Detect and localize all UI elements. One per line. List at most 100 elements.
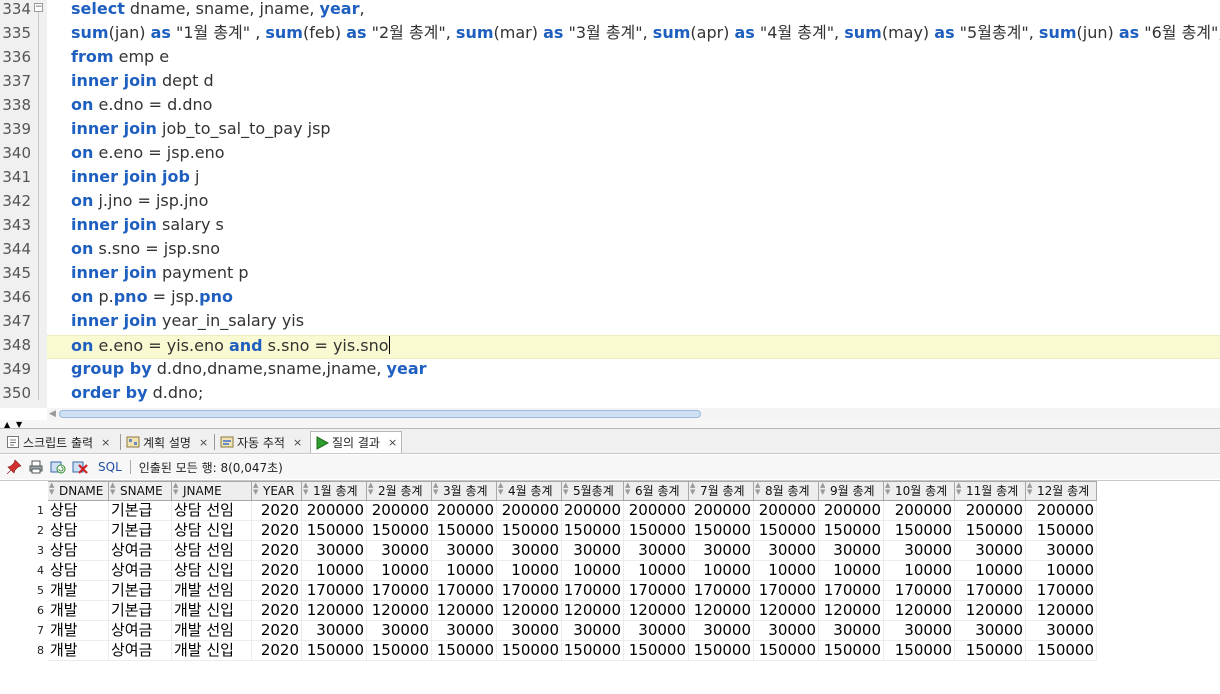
- code-line[interactable]: inner join job_to_sal_to_pay jsp: [47, 119, 1220, 143]
- close-icon[interactable]: ×: [388, 436, 397, 449]
- table-cell[interactable]: 120000: [302, 601, 367, 621]
- sort-icon[interactable]: ▲ ▼: [433, 482, 441, 496]
- table-cell[interactable]: 170000: [884, 581, 955, 601]
- table-cell[interactable]: 상담: [48, 501, 109, 521]
- table-cell[interactable]: 150000: [497, 641, 562, 661]
- code-line[interactable]: inner join year_in_salary yis: [47, 311, 1220, 335]
- scrollbar-thumb[interactable]: [59, 410, 701, 418]
- table-cell[interactable]: 기본급: [109, 521, 172, 541]
- table-cell[interactable]: 10000: [1026, 561, 1097, 581]
- sort-icon[interactable]: ▲ ▼: [820, 482, 828, 496]
- sort-icon[interactable]: ▲ ▼: [885, 482, 893, 496]
- code-line[interactable]: sum(jan) as "1월 총계" , sum(feb) as "2월 총계…: [47, 23, 1220, 47]
- code-line[interactable]: on j.jno = jsp.jno: [47, 191, 1220, 215]
- column-header[interactable]: ▲ ▼ 3월 총계: [432, 481, 497, 501]
- table-cell[interactable]: 120000: [1026, 601, 1097, 621]
- table-cell[interactable]: 200000: [754, 501, 819, 521]
- table-cell[interactable]: 150000: [562, 521, 624, 541]
- sort-icon[interactable]: ▲ ▼: [49, 482, 57, 496]
- refresh-icon[interactable]: [50, 459, 66, 475]
- table-cell[interactable]: 200000: [367, 501, 432, 521]
- table-cell[interactable]: 10000: [884, 561, 955, 581]
- table-cell[interactable]: 상여금: [109, 561, 172, 581]
- table-cell[interactable]: 30000: [884, 541, 955, 561]
- table-cell[interactable]: 200000: [432, 501, 497, 521]
- table-cell[interactable]: 170000: [624, 581, 689, 601]
- table-cell[interactable]: 170000: [302, 581, 367, 601]
- table-cell[interactable]: 상여금: [109, 621, 172, 641]
- table-cell[interactable]: 170000: [689, 581, 754, 601]
- collapse-down-icon[interactable]: ▼: [16, 420, 22, 429]
- column-header[interactable]: ▲ ▼ 2월 총계: [367, 481, 432, 501]
- table-cell[interactable]: 200000: [884, 501, 955, 521]
- table-cell[interactable]: 30000: [955, 621, 1026, 641]
- table-cell[interactable]: 150000: [819, 521, 884, 541]
- table-cell[interactable]: 150000: [1026, 521, 1097, 541]
- table-cell[interactable]: 상담: [48, 521, 109, 541]
- table-cell[interactable]: 2020: [252, 581, 302, 601]
- table-cell[interactable]: 2020: [252, 621, 302, 641]
- fold-toggle-icon[interactable]: −: [34, 3, 43, 12]
- column-header[interactable]: ▲ ▼ 5월총계: [562, 481, 624, 501]
- row-number[interactable]: 1: [0, 501, 46, 521]
- collapse-up-icon[interactable]: ▲: [4, 420, 10, 429]
- table-cell[interactable]: 120000: [754, 601, 819, 621]
- table-cell[interactable]: 30000: [689, 541, 754, 561]
- close-icon[interactable]: ×: [199, 436, 208, 449]
- table-row[interactable]: 6 개발 기본급 개발 신입 2020 120000 120000 120000 120000 1…: [0, 601, 1097, 621]
- table-cell[interactable]: 30000: [432, 621, 497, 641]
- code-line[interactable]: on e.dno = d.dno: [47, 95, 1220, 119]
- table-cell[interactable]: 150000: [624, 641, 689, 661]
- table-cell[interactable]: 150000: [884, 641, 955, 661]
- sort-icon[interactable]: ▲ ▼: [755, 482, 763, 496]
- table-cell[interactable]: 30000: [497, 621, 562, 641]
- table-cell[interactable]: 150000: [1026, 641, 1097, 661]
- table-cell[interactable]: 170000: [432, 581, 497, 601]
- column-header[interactable]: ▲ ▼ JNAME: [172, 481, 252, 501]
- table-cell[interactable]: 150000: [302, 521, 367, 541]
- sort-icon[interactable]: ▲ ▼: [563, 482, 571, 496]
- table-cell[interactable]: 170000: [1026, 581, 1097, 601]
- table-cell[interactable]: 30000: [754, 621, 819, 641]
- table-cell[interactable]: 상담 선임: [172, 501, 252, 521]
- table-cell[interactable]: 150000: [884, 521, 955, 541]
- table-cell[interactable]: 30000: [562, 621, 624, 641]
- table-cell[interactable]: 30000: [624, 541, 689, 561]
- table-cell[interactable]: 기본급: [109, 601, 172, 621]
- sort-icon[interactable]: ▲ ▼: [1027, 482, 1035, 496]
- table-cell[interactable]: 120000: [624, 601, 689, 621]
- table-cell[interactable]: 170000: [562, 581, 624, 601]
- table-cell[interactable]: 150000: [432, 521, 497, 541]
- table-cell[interactable]: 2020: [252, 601, 302, 621]
- table-cell[interactable]: 150000: [624, 521, 689, 541]
- table-cell[interactable]: 150000: [367, 641, 432, 661]
- table-row[interactable]: 8 개발 상여금 개발 신입 2020 150000 150000 150000 150000 1…: [0, 641, 1097, 661]
- table-cell[interactable]: 170000: [819, 581, 884, 601]
- table-row[interactable]: 2 상담 기본급 상담 신입 2020 150000 150000 150000 150000 1…: [0, 521, 1097, 541]
- table-cell[interactable]: 10000: [302, 561, 367, 581]
- code-line[interactable]: inner join salary s: [47, 215, 1220, 239]
- code-line[interactable]: inner join payment p: [47, 263, 1220, 287]
- table-cell[interactable]: 30000: [955, 541, 1026, 561]
- table-cell[interactable]: 120000: [367, 601, 432, 621]
- table-cell[interactable]: 상담 신입: [172, 521, 252, 541]
- table-cell[interactable]: 200000: [497, 501, 562, 521]
- table-cell[interactable]: 30000: [884, 621, 955, 641]
- table-cell[interactable]: 개발 선임: [172, 621, 252, 641]
- table-cell[interactable]: 150000: [689, 521, 754, 541]
- table-cell[interactable]: 기본급: [109, 581, 172, 601]
- row-number[interactable]: 6: [0, 601, 46, 621]
- table-row[interactable]: 7 개발 상여금 개발 선임 2020 30000 30000 30000 30000 30000…: [0, 621, 1097, 641]
- table-cell[interactable]: 30000: [754, 541, 819, 561]
- tab-autotrace[interactable]: 자동 추적 ×: [216, 431, 308, 453]
- code-area[interactable]: select dname, sname, jname, year, sum(jan…: [47, 0, 1220, 408]
- sort-icon[interactable]: ▲ ▼: [110, 482, 118, 496]
- table-cell[interactable]: 30000: [819, 621, 884, 641]
- table-cell[interactable]: 120000: [497, 601, 562, 621]
- table-cell[interactable]: 10000: [497, 561, 562, 581]
- code-line[interactable]: on p.pno = jsp.pno: [47, 287, 1220, 311]
- scroll-left-icon[interactable]: ◀: [49, 408, 56, 420]
- table-cell[interactable]: 200000: [624, 501, 689, 521]
- row-number[interactable]: 4: [0, 561, 46, 581]
- sort-icon[interactable]: ▲ ▼: [173, 482, 181, 496]
